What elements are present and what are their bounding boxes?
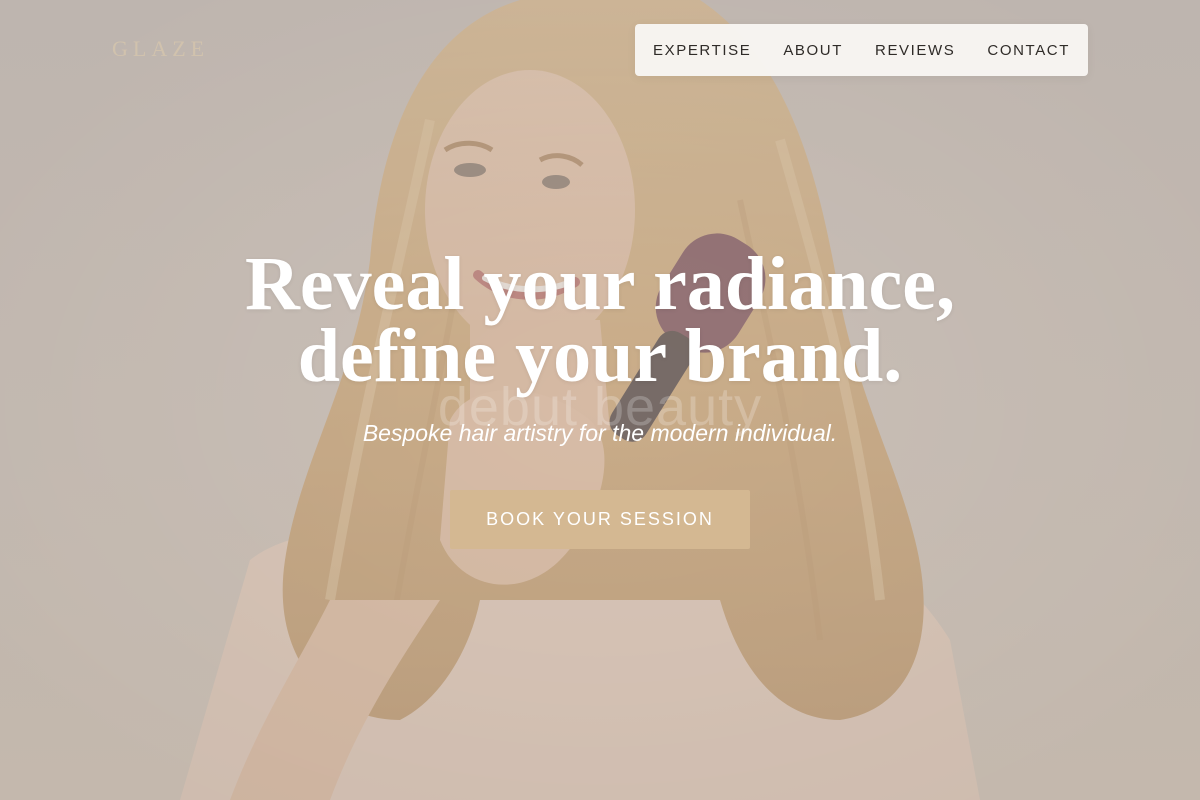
top-navigation: EXPERTISE ABOUT REVIEWS CONTACT [635, 24, 1088, 76]
nav-link-contact[interactable]: CONTACT [987, 42, 1070, 59]
hero-headline-line-2: define your brand. [297, 314, 903, 398]
book-session-button[interactable]: BOOK YOUR SESSION [450, 490, 750, 549]
hero-subtitle: Bespoke hair artistry for the modern ind… [362, 420, 838, 446]
hero-headline-line-1: Reveal your radiance, [245, 242, 955, 326]
hero-headline: Reveal your radiance, define your brand. [0, 242, 1200, 398]
brand-logo[interactable]: GLAZE [112, 36, 209, 62]
nav-link-reviews[interactable]: REVIEWS [875, 42, 955, 59]
nav-link-expertise[interactable]: EXPERTISE [653, 42, 751, 59]
nav-link-about[interactable]: ABOUT [783, 42, 843, 59]
